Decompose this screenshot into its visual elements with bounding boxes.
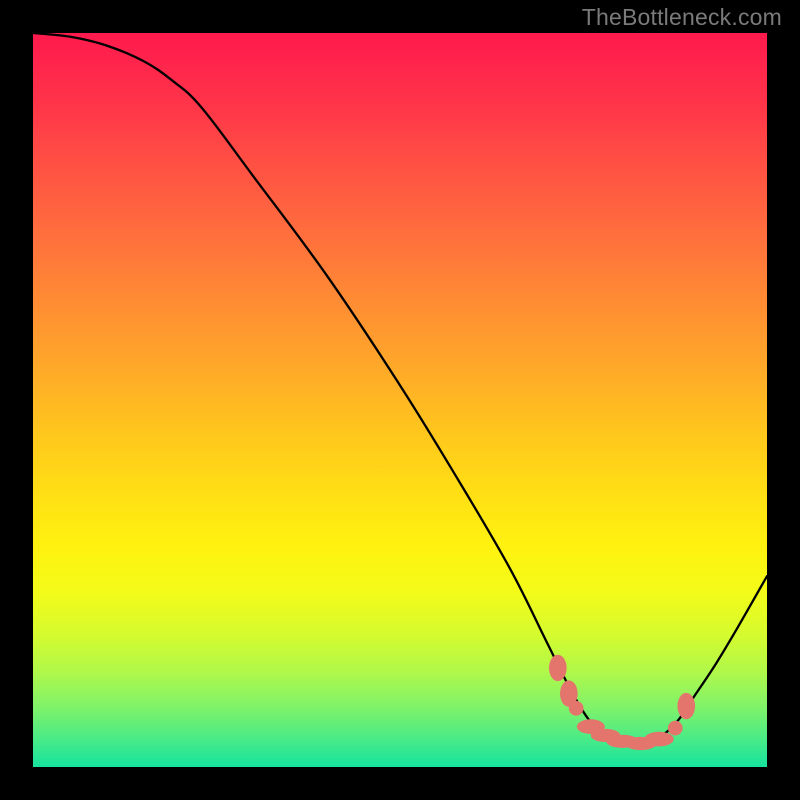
watermark-text: TheBottleneck.com bbox=[582, 4, 782, 31]
chart-container: TheBottleneck.com bbox=[0, 0, 800, 800]
plot-area bbox=[33, 33, 767, 767]
curve-markers bbox=[549, 655, 695, 750]
curve-marker bbox=[569, 701, 584, 716]
curve-marker bbox=[668, 721, 683, 736]
chart-svg bbox=[33, 33, 767, 767]
curve-marker bbox=[677, 693, 695, 719]
curve-marker bbox=[644, 732, 673, 747]
curve-marker bbox=[549, 655, 567, 681]
curve-line bbox=[33, 33, 767, 744]
